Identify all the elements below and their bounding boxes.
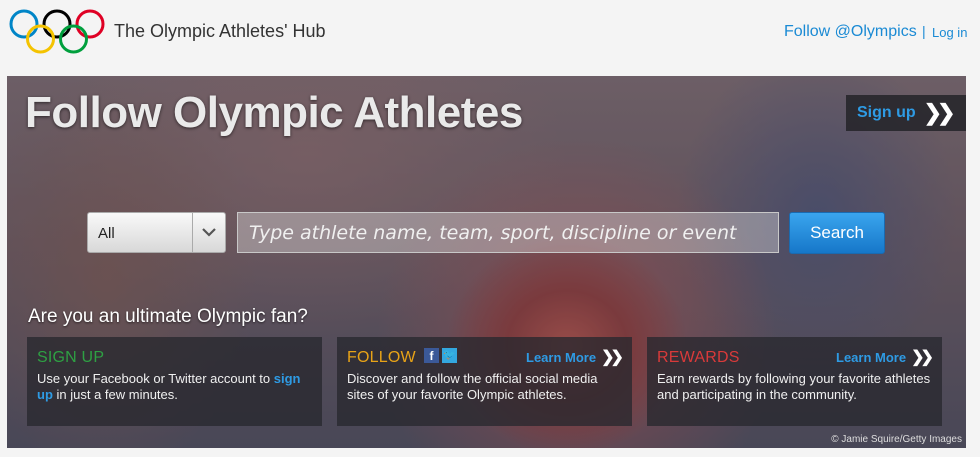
rewards-learn-more-link[interactable]: Learn More ❯❯: [836, 347, 934, 367]
search-input[interactable]: [237, 212, 779, 253]
signup-card-text-end: in just a few minutes.: [52, 387, 178, 402]
double-chevron-right-icon: ❯❯: [923, 100, 956, 125]
follow-learn-more-label: Learn More: [526, 350, 597, 365]
hero-signup-label: Sign up: [857, 104, 916, 121]
hero-banner: Follow Olympic Athletes Sign up ❯❯ All S…: [7, 76, 966, 448]
follow-card: FOLLOW f 🐦 Learn More ❯❯ Discover and fol…: [337, 337, 632, 426]
facebook-icon: f: [424, 348, 439, 363]
search-filter-value: All: [98, 225, 115, 242]
header-separator: |: [922, 23, 926, 39]
search-button[interactable]: Search: [789, 212, 885, 254]
photo-credit: © Jamie Squire/Getty Images: [831, 434, 962, 445]
rewards-card: REWARDS Learn More ❯❯ Earn rewards by fol…: [647, 337, 942, 426]
double-chevron-right-icon: ❯❯: [601, 349, 624, 366]
rewards-learn-more-label: Learn More: [836, 350, 907, 365]
follow-olympics-link[interactable]: Follow @Olympics: [784, 23, 917, 41]
hero-title: Follow Olympic Athletes: [25, 88, 523, 137]
site-header: The Olympic Athletes' Hub Follow @Olympi…: [0, 0, 980, 74]
signup-card-title: SIGN UP: [37, 349, 105, 366]
signup-card: SIGN UP Use your Facebook or Twitter acc…: [27, 337, 322, 426]
signup-card-text-start: Use your Facebook or Twitter account to: [37, 371, 274, 386]
follow-card-body: Discover and follow the official social …: [347, 371, 598, 402]
search-filter-select[interactable]: All: [87, 212, 226, 253]
rewards-card-body: Earn rewards by following your favorite …: [657, 371, 931, 402]
login-link[interactable]: Log in: [932, 25, 967, 40]
chevron-down-icon[interactable]: [192, 213, 225, 252]
double-chevron-right-icon: ❯❯: [911, 349, 934, 366]
twitter-icon: 🐦: [442, 348, 457, 363]
follow-learn-more-link[interactable]: Learn More ❯❯: [526, 347, 624, 367]
hero-signup-button[interactable]: Sign up ❯❯: [846, 95, 966, 131]
signup-card-body: Use your Facebook or Twitter account to …: [37, 371, 312, 403]
fan-question: Are you an ultimate Olympic fan?: [28, 306, 308, 327]
social-icons: f 🐦: [424, 348, 457, 363]
olympic-rings-logo[interactable]: [8, 8, 106, 56]
site-title[interactable]: The Olympic Athletes' Hub: [114, 21, 326, 42]
